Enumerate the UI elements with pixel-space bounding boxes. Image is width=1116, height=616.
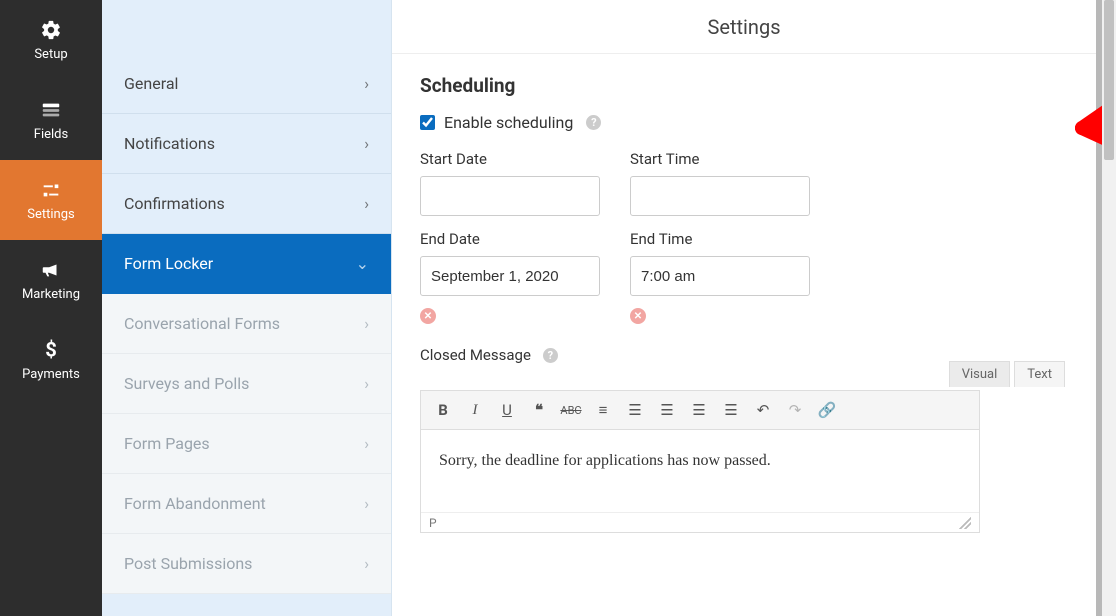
italic-button[interactable]: I (463, 398, 487, 422)
sidebar-item-label: Form Pages (124, 434, 210, 453)
chevron-right-icon: › (364, 434, 369, 453)
chevron-right-icon: › (364, 74, 369, 93)
chevron-down-icon: ⌄ (356, 254, 369, 273)
rail-label: Payments (22, 367, 80, 382)
chevron-right-icon: › (364, 194, 369, 213)
rail-label: Settings (27, 207, 74, 222)
rich-text-editor: B I U ❝ ABC ≡ ☰ ☰ ☰ ☰ ↶ ↷ 🔗 Sorry, (420, 390, 980, 533)
sidebar-item-label: Confirmations (124, 194, 225, 213)
sidebar-item-form-pages[interactable]: Form Pages › (102, 414, 391, 474)
underline-button[interactable]: U (495, 398, 519, 422)
blockquote-button[interactable]: ❝ (527, 398, 551, 422)
sidebar-item-general[interactable]: General › (102, 54, 391, 114)
sidebar-item-label: Notifications (124, 134, 215, 153)
editor-path: P (429, 516, 437, 530)
scrollbar[interactable] (1102, 0, 1116, 616)
undo-button[interactable]: ↶ (751, 398, 775, 422)
page-title: Settings (392, 0, 1096, 54)
settings-sidebar: General › Notifications › Confirmations … (102, 0, 392, 616)
sidebar-item-form-abandonment[interactable]: Form Abandonment › (102, 474, 391, 534)
bold-button[interactable]: B (431, 398, 455, 422)
closed-message-label: Closed Message (420, 346, 531, 364)
numbered-list-button[interactable]: ☰ (623, 398, 647, 422)
chevron-right-icon: › (364, 134, 369, 153)
end-date-input[interactable] (420, 256, 600, 296)
svg-text:$: $ (45, 339, 57, 361)
sliders-icon (40, 179, 62, 201)
sidebar-item-post-submissions[interactable]: Post Submissions › (102, 534, 391, 594)
rail-payments[interactable]: $ Payments (0, 320, 102, 400)
editor-tab-visual[interactable]: Visual (949, 361, 1011, 387)
clear-icon[interactable]: ✕ (420, 308, 436, 324)
sidebar-item-label: Surveys and Polls (124, 374, 249, 393)
end-time-label: End Time (630, 230, 810, 248)
gear-icon (40, 19, 62, 41)
sidebar-item-conversational-forms[interactable]: Conversational Forms › (102, 294, 391, 354)
start-date-label: Start Date (420, 150, 600, 168)
sidebar-item-label: Conversational Forms (124, 314, 280, 333)
chevron-right-icon: › (364, 314, 369, 333)
start-time-input[interactable] (630, 176, 810, 216)
align-left-button[interactable]: ☰ (655, 398, 679, 422)
sidebar-item-label: General (124, 74, 178, 93)
sidebar-item-notifications[interactable]: Notifications › (102, 114, 391, 174)
enable-scheduling-checkbox[interactable] (420, 115, 435, 130)
rail-setup[interactable]: Setup (0, 0, 102, 80)
section-heading: Scheduling (420, 74, 1068, 97)
rail-label: Fields (34, 127, 68, 142)
help-icon[interactable]: ? (586, 115, 601, 130)
redo-button[interactable]: ↷ (783, 398, 807, 422)
help-icon[interactable]: ? (543, 348, 558, 363)
sidebar-item-form-locker[interactable]: Form Locker ⌄ (102, 234, 391, 294)
editor-tab-text[interactable]: Text (1014, 361, 1065, 387)
editor-content[interactable]: Sorry, the deadline for applications has… (421, 430, 979, 512)
sidebar-item-label: Form Locker (124, 254, 213, 273)
dollar-icon: $ (40, 339, 62, 361)
main-panel: Settings Scheduling Enable scheduling ? … (392, 0, 1102, 616)
bullhorn-icon (40, 259, 62, 281)
bullet-list-button[interactable]: ≡ (591, 398, 615, 422)
rail-label: Setup (34, 47, 67, 62)
end-time-input[interactable] (630, 256, 810, 296)
list-icon (40, 99, 62, 121)
sidebar-item-label: Post Submissions (124, 554, 252, 573)
chevron-right-icon: › (364, 374, 369, 393)
nav-rail: Setup Fields Settings Marketing $ Paymen… (0, 0, 102, 616)
rail-fields[interactable]: Fields (0, 80, 102, 160)
start-time-label: Start Time (630, 150, 810, 168)
strikethrough-button[interactable]: ABC (559, 398, 583, 422)
rail-settings[interactable]: Settings (0, 160, 102, 240)
clear-icon[interactable]: ✕ (630, 308, 646, 324)
start-date-input[interactable] (420, 176, 600, 216)
rail-marketing[interactable]: Marketing (0, 240, 102, 320)
align-center-button[interactable]: ☰ (687, 398, 711, 422)
link-button[interactable]: 🔗 (815, 398, 839, 422)
end-date-label: End Date (420, 230, 600, 248)
rail-label: Marketing (22, 287, 80, 302)
chevron-right-icon: › (364, 494, 369, 513)
align-right-button[interactable]: ☰ (719, 398, 743, 422)
resize-handle[interactable] (959, 517, 971, 529)
sidebar-item-confirmations[interactable]: Confirmations › (102, 174, 391, 234)
enable-scheduling-label: Enable scheduling (444, 113, 573, 132)
sidebar-item-surveys-polls[interactable]: Surveys and Polls › (102, 354, 391, 414)
editor-toolbar: B I U ❝ ABC ≡ ☰ ☰ ☰ ☰ ↶ ↷ 🔗 (421, 391, 979, 430)
sidebar-item-label: Form Abandonment (124, 494, 266, 513)
chevron-right-icon: › (364, 554, 369, 573)
